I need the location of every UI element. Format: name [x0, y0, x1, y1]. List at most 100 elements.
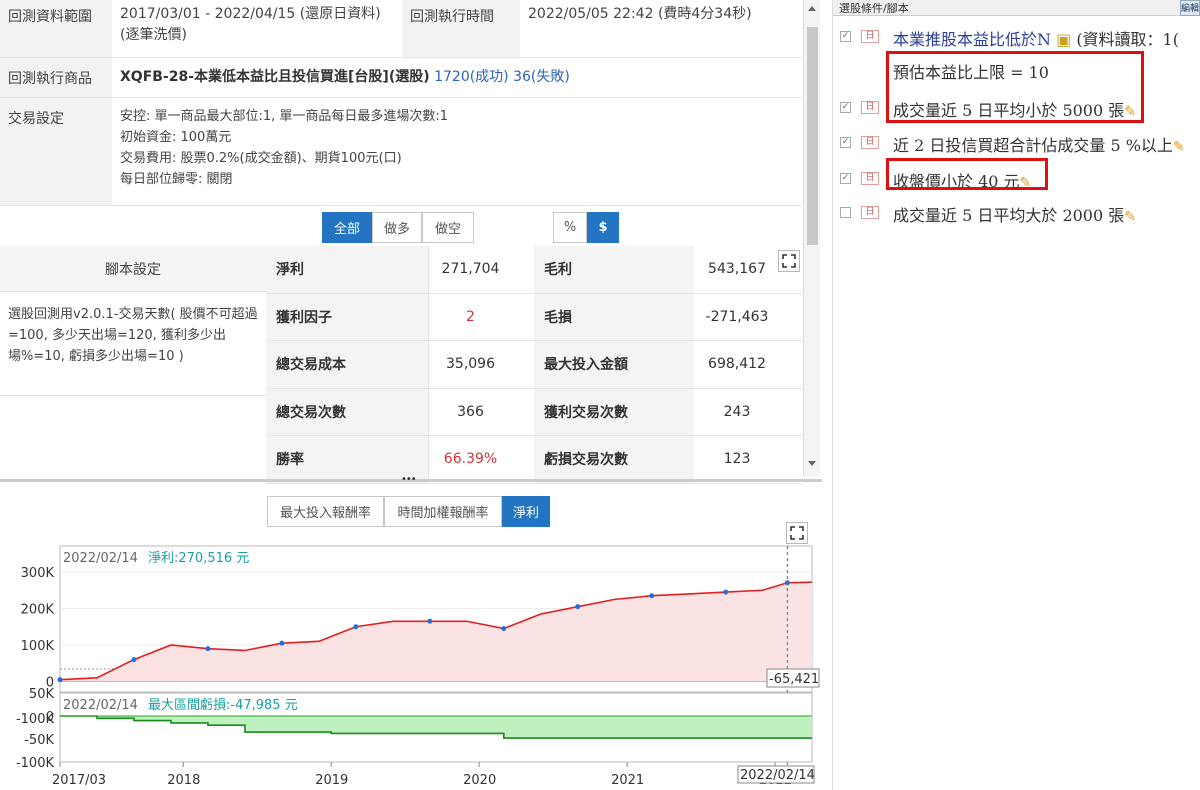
- tab-max-invest-return[interactable]: 最大投入報酬率: [267, 496, 384, 527]
- backtest-report-panel: 回測資料範圍 2017/03/01 - 2022/04/15 (還原日資料) (…: [0, 0, 822, 790]
- new-high-point: [353, 624, 359, 630]
- new-high-point: [57, 677, 63, 683]
- y-tick-label: 300K: [21, 566, 55, 581]
- scroll-thumb[interactable]: [807, 27, 818, 245]
- info-row-product: 回測執行商品 XQFB-28-本業低本益比且投信買進[台股](選股) 1720(…: [0, 58, 802, 98]
- y-tick-label: 200K: [21, 603, 55, 618]
- edit-pencil-icon[interactable]: ✎: [1173, 139, 1185, 155]
- stat-value: 271,704: [428, 246, 534, 294]
- direction-short-button[interactable]: 做空: [422, 212, 474, 243]
- product-label: 回測執行商品: [0, 58, 112, 97]
- trade-line: 每日部位歸零: 關閉: [120, 172, 233, 187]
- y-tick-label: 100K: [21, 639, 55, 654]
- range-label: 回測資料範圍: [0, 0, 112, 57]
- new-high-point: [501, 626, 507, 632]
- daily-frequency-icon: 日: [861, 136, 879, 149]
- new-high-point: [279, 640, 285, 646]
- stat-value: 366: [428, 388, 534, 436]
- y-tick-label: 0: [46, 710, 54, 725]
- splitter-grip-icon[interactable]: •••: [401, 475, 417, 485]
- tab-net-profit[interactable]: 淨利: [502, 496, 550, 527]
- x-tick-label: 2018: [167, 773, 200, 788]
- condition-panel-header: 選股條件/腳本: [833, 0, 1200, 16]
- chart2-header: 最大區間虧損:-47,985 元: [148, 697, 298, 713]
- stat-label: 虧損交易次數: [534, 436, 694, 484]
- x-tick-label: 2022: [759, 773, 792, 788]
- info-row-trade: 交易設定 安控: 單一商品最大部位:1, 單一商品每日最多進場次數:1 初始資金…: [0, 98, 802, 206]
- product-name: XQFB-28-本業低本益比且投信買進[台股](選股): [120, 69, 430, 85]
- edit-pencil-icon[interactable]: ✎: [1124, 209, 1136, 225]
- stat-value: 35,096: [428, 341, 534, 389]
- condition-checkbox[interactable]: ✓: [840, 137, 851, 148]
- direction-all-button[interactable]: 全部: [322, 212, 372, 243]
- condition-label: 近 2 日投信買超合計佔成交量 5 %以上✎: [893, 136, 1185, 155]
- chart-expand-icon[interactable]: [786, 522, 808, 544]
- product-value: XQFB-28-本業低本益比且投信買進[台股](選股) 1720(成功) 36(…: [112, 58, 578, 97]
- chart2-date: 2022/02/14: [63, 698, 138, 713]
- stat-value: 123: [694, 436, 802, 484]
- scroll-up-icon[interactable]: [808, 6, 816, 11]
- condition-checkbox[interactable]: ✓: [840, 173, 851, 184]
- x-tick-label: 2020: [463, 773, 496, 788]
- condition-item[interactable]: 日 成交量近 5 日平均大於 2000 張✎: [833, 201, 1200, 227]
- chart1-header: 淨利:270,516 元: [148, 551, 249, 566]
- y-tick-label: -100K: [16, 712, 55, 727]
- y-tick-label: -50K: [24, 733, 54, 748]
- cursor-date-box: [737, 765, 815, 784]
- condition-checkbox[interactable]: [840, 207, 851, 218]
- chart1-date: 2022/02/14: [63, 551, 138, 566]
- cursor-value: -65,421: [769, 672, 819, 687]
- new-high-point: [649, 593, 655, 599]
- stat-value: 2: [428, 293, 534, 341]
- x-tick-label: 2019: [315, 773, 348, 788]
- chart2-frame: [59, 692, 813, 763]
- stat-label: 毛損: [534, 293, 694, 341]
- condition-item[interactable]: ✓ 日 本業推股本益比低於N ▣ (資料讀取：1(: [833, 25, 1200, 51]
- product-success-link[interactable]: 1720(成功): [434, 69, 509, 85]
- y-tick-label: 50K: [29, 687, 55, 702]
- stat-value: 698,412: [694, 341, 802, 389]
- stat-label: 總交易次數: [266, 388, 428, 436]
- new-high-point: [723, 589, 729, 595]
- condition-label: 本業推股本益比低於N ▣ (資料讀取：1(: [893, 30, 1179, 49]
- trade-line: 交易費用: 股票0.2%(成交金額)、期貨100元(口): [120, 151, 402, 166]
- daily-frequency-icon: 日: [861, 30, 879, 43]
- stat-value: 243: [694, 388, 802, 436]
- trade-label: 交易設定: [0, 98, 112, 205]
- data-source-icon: ▣: [1051, 30, 1077, 49]
- y-tick-label: 0: [46, 676, 54, 691]
- stat-label: 總交易成本: [266, 341, 428, 389]
- edit-button[interactable]: 編輯: [1180, 0, 1200, 16]
- scroll-down-icon[interactable]: [808, 461, 816, 466]
- trade-line: 初始資金: 100萬元: [120, 130, 232, 145]
- stat-label: 最大投入金額: [534, 341, 694, 389]
- condition-label: 成交量近 5 日平均大於 2000 張✎: [893, 206, 1136, 225]
- exec-time-label: 回測執行時間: [402, 0, 520, 57]
- vertical-scrollbar[interactable]: [803, 0, 820, 476]
- net-profit-area: [60, 582, 812, 682]
- new-high-point: [784, 580, 790, 586]
- stat-label: 淨利: [266, 246, 428, 294]
- daily-frequency-icon: 日: [861, 206, 879, 219]
- new-high-point: [427, 618, 433, 624]
- product-fail-link[interactable]: 36(失敗): [513, 69, 570, 85]
- expand-icon[interactable]: [778, 250, 800, 272]
- daily-frequency-icon: 日: [861, 101, 879, 114]
- tab-time-weighted-return[interactable]: 時間加權報酬率: [384, 496, 502, 527]
- stat-label: 獲利交易次數: [534, 388, 694, 436]
- condition-suffix: (資料讀取：1(: [1076, 30, 1179, 49]
- y-tick-label: -100K: [16, 756, 55, 771]
- condition-checkbox[interactable]: ✓: [840, 31, 851, 42]
- exec-time-value: 2022/05/05 22:42 (費時4分34秒): [528, 6, 752, 22]
- condition-checkbox[interactable]: ✓: [840, 102, 851, 113]
- direction-long-button[interactable]: 做多: [372, 212, 422, 243]
- unit-percent-button[interactable]: %: [553, 212, 587, 243]
- condition-item[interactable]: ✓ 日 近 2 日投信買超合計佔成交量 5 %以上✎: [833, 131, 1200, 157]
- drawdown-line: [60, 715, 812, 739]
- unit-dollar-button[interactable]: $: [587, 212, 619, 243]
- highlight-box: [886, 51, 1144, 123]
- script-text: 選股回測用v2.0.1-交易天數( 股價不可超過=100, 多少天出場=120,…: [0, 292, 266, 396]
- chart-frame: [59, 545, 813, 693]
- trade-line: 安控: 單一商品最大部位:1, 單一商品每日最多進場次數:1: [120, 109, 449, 124]
- cursor-value-box: [766, 668, 820, 688]
